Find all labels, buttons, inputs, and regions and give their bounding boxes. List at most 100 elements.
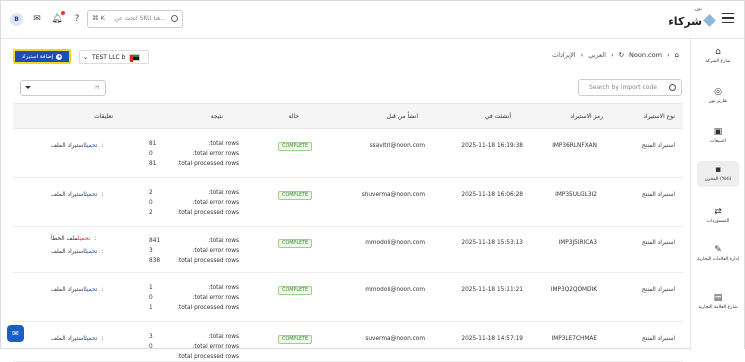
sidebar-item-label: المخزن (Yeti) xyxy=(704,177,732,182)
total-processed-rows-value: 81 xyxy=(149,161,157,167)
sidebar-item-label: المستوردات xyxy=(706,219,730,224)
result-summary: 81:total rows 0:total error rows 81:total … xyxy=(149,139,239,169)
total-processed-rows-value: 1 xyxy=(149,305,153,311)
download-import-file-link[interactable]: تحميل xyxy=(85,336,97,342)
comment-line: تحميلاستيراد الملف: xyxy=(51,333,121,346)
sidebar-item-sales[interactable]: ▣ المبيعات xyxy=(697,127,739,145)
download-import-file-link[interactable]: تحميل xyxy=(85,192,97,198)
column-header-created-at[interactable]: أنشئت في xyxy=(485,113,511,120)
company-selector[interactable]: ⌄ TEST LLC b xyxy=(79,50,149,64)
sidebar-item-label: شارع الشركة xyxy=(705,59,731,64)
chevron-down-icon: ⌄ xyxy=(83,53,89,61)
breadcrumb-item[interactable]: Noon.com xyxy=(629,51,662,59)
status-badge: COMPLETE xyxy=(278,286,312,295)
filter-select[interactable]: H xyxy=(20,80,106,96)
total-rows-line: 3 :total rows xyxy=(149,332,239,342)
download-import-file-link[interactable]: تحميل xyxy=(85,143,97,149)
logo-main-text: شركاء xyxy=(668,15,702,28)
table-header: نوع الاستيراد رمز الاستيراد أنشئت في انش… xyxy=(13,103,683,129)
chat-icon[interactable]: ✉ xyxy=(7,325,24,342)
status-badge: COMPLETE xyxy=(278,142,312,151)
comment-line: تحميلاستيراد الملف: xyxy=(51,246,121,259)
chevron-down-icon xyxy=(25,86,31,89)
column-header-status[interactable]: حالة xyxy=(288,113,299,120)
comments-cell: تحميلاستيراد الملف: xyxy=(51,189,121,202)
total-error-rows-value: 0 xyxy=(149,200,153,206)
sidebar-item-warehouse[interactable]: ▪ المخزن (Yeti) xyxy=(697,161,739,187)
download-import-file-link[interactable]: تحميل xyxy=(85,249,97,255)
sidebar-item-label: شارع العلامة التجارية xyxy=(698,305,738,310)
noon-partners-logo[interactable]: نون شركاء xyxy=(664,7,716,33)
import-icon: ⇄ xyxy=(714,207,722,217)
created-by: mmodoli@noon.com xyxy=(365,287,425,293)
created-by: mmodoli@noon.com xyxy=(365,240,425,246)
total-processed-rows-label: :total processed rows xyxy=(177,354,239,360)
created-by: suverma@noon.com xyxy=(365,336,425,342)
sidebar-item-brand-store[interactable]: ▤ شارع العلامة التجارية xyxy=(697,293,739,311)
breadcrumb-item[interactable]: العربي xyxy=(588,51,606,59)
import-code-search-input[interactable]: Search by import code xyxy=(578,79,682,96)
uae-flag-icon xyxy=(129,53,141,62)
column-header-code[interactable]: رمز الاستيراد xyxy=(570,113,603,120)
company-name: TEST LLC b xyxy=(92,53,126,61)
shop-icon: ▤ xyxy=(713,293,723,303)
total-rows-value: 1 xyxy=(149,285,153,291)
download-error-file-link[interactable]: تحميل xyxy=(78,236,90,242)
total-rows-line: 2:total rows xyxy=(149,188,239,198)
created-by: shuverma@noon.com xyxy=(361,192,425,198)
total-processed-rows-line: 838:total processed rows xyxy=(149,256,239,266)
import-type: استيراد المنتج xyxy=(641,192,675,198)
comment-line: تحميلاستيراد الملف: xyxy=(51,140,121,153)
total-processed-rows-line: 1:total processed rows xyxy=(149,303,239,313)
total-rows-value: 3 xyxy=(149,334,153,340)
total-rows-line: 1:total rows xyxy=(149,283,239,293)
created-at: 2025-11-18 15:53:13 xyxy=(461,240,523,246)
total-rows-value: 2 xyxy=(149,190,153,196)
sidebar-item-label: إدارة العلامات التجارية xyxy=(697,257,739,262)
table-row: استيراد المنتج IMP35ULGL3I2 2025-11-18 16:… xyxy=(13,178,683,227)
search-icon xyxy=(669,84,676,91)
sidebar-item-reports[interactable]: ◎ تقارير نون xyxy=(697,87,739,105)
search-icon xyxy=(171,15,178,22)
total-processed-rows-label: :total processed rows xyxy=(177,161,239,167)
add-import-button[interactable]: إضافة استيراد + xyxy=(13,49,71,64)
comment-line: تحميلاستيراد الملف: xyxy=(51,284,121,297)
table-row: استيراد المنتج IMP3Q2QOMDIK 2025-11-18 15:… xyxy=(13,273,683,322)
download-import-file-link[interactable]: تحميل xyxy=(85,287,97,293)
total-processed-rows-label: :total processed rows xyxy=(177,258,239,264)
total-error-rows-line: 0:total error rows xyxy=(149,293,239,303)
keyboard-shortcut-hint: ⌘ K xyxy=(92,14,105,22)
total-processed-rows-label: :total processed rows xyxy=(177,210,239,216)
plus-icon: + xyxy=(56,53,63,60)
home-icon[interactable]: ⌂ xyxy=(675,51,679,59)
logo-cube-icon xyxy=(703,14,716,27)
mail-icon[interactable]: ✉ xyxy=(31,13,43,25)
main-content: الإيرادات ‹ العربي ‹ ↻ Noon.com ‹ ⌂ إضاف… xyxy=(1,39,691,362)
result-summary: 1:total rows 0:total error rows 1:total pr… xyxy=(149,283,239,313)
sidebar-item-store[interactable]: ⌂ شارع الشركة xyxy=(697,47,739,65)
menu-icon[interactable] xyxy=(722,13,734,23)
table-row: استيراد المنتج IMP36RLNFXAN 2025-11-18 16:… xyxy=(13,129,683,178)
column-header-created-by[interactable]: انشأ من قبل xyxy=(387,113,418,120)
total-error-rows-value: 0 xyxy=(149,151,153,157)
bell-icon[interactable]: 🔔︎ xyxy=(51,11,65,25)
avatar[interactable]: B xyxy=(10,13,23,26)
brand-icon: ✎ xyxy=(714,245,722,255)
sidebar-item-imports[interactable]: ⇄ المستوردات xyxy=(697,207,739,225)
sidebar-item-brand-management[interactable]: ✎ إدارة العلامات التجارية xyxy=(697,245,739,263)
total-rows-line: 81:total rows xyxy=(149,139,239,149)
refresh-icon[interactable]: ↻ xyxy=(619,51,624,59)
created-by: ssavitri@noon.com xyxy=(369,143,425,149)
comments-cell: تحميلملف الخطأ: تحميلاستيراد الملف: xyxy=(51,233,121,259)
breadcrumb-item[interactable]: الإيرادات xyxy=(552,51,576,59)
help-icon[interactable]: ? xyxy=(71,13,83,25)
global-search-input[interactable]: ⌘ K ابحث عن SKU هنا... xyxy=(87,10,183,28)
total-rows-label: :total rows xyxy=(208,334,239,340)
result-summary: 841:total rows 3:total error rows 838:tota… xyxy=(149,236,239,266)
total-rows-label: :total rows xyxy=(208,141,239,147)
total-rows-label: :total rows xyxy=(208,238,239,244)
bag-icon: ▣ xyxy=(713,127,723,137)
column-header-result[interactable]: نتيجة xyxy=(211,113,223,120)
column-header-comments[interactable]: تعليقات xyxy=(94,113,113,120)
column-header-type[interactable]: نوع الاستيراد xyxy=(643,113,675,120)
